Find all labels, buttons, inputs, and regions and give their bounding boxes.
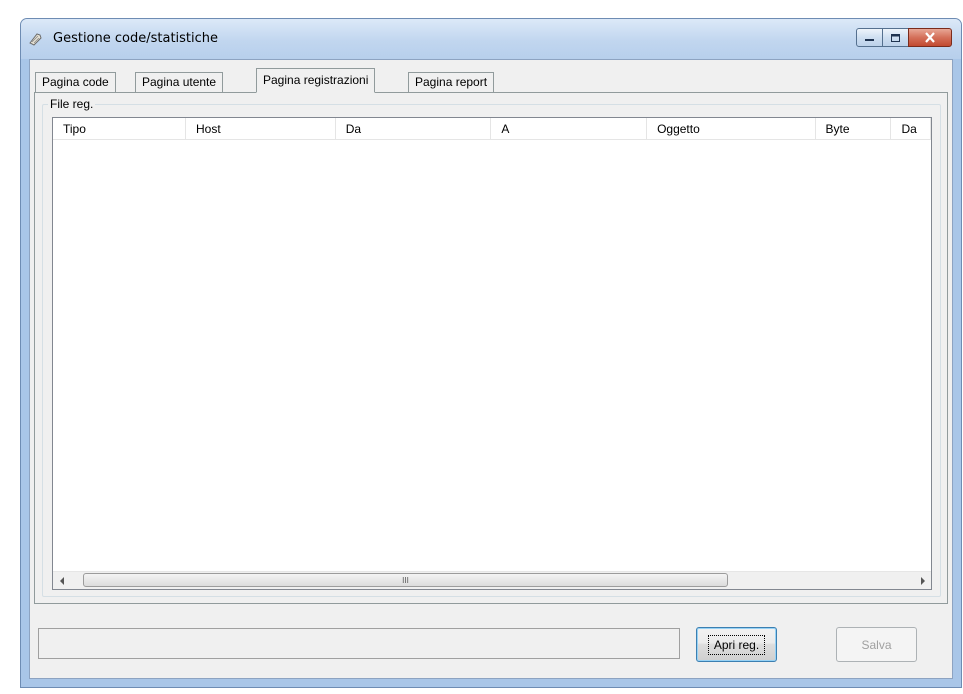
window-title: Gestione code/statistiche [53,31,219,46]
close-icon [925,32,935,43]
scroll-right-button[interactable] [914,572,931,589]
minimize-icon [865,38,874,41]
column-header-tipo[interactable]: Tipo [53,118,187,140]
column-header-oggetto[interactable]: Oggetto [647,118,816,140]
dialog-client-area: Pagina code Pagina utente Pagina registr… [29,59,953,679]
title-bar[interactable]: Gestione code/statistiche [21,19,961,59]
tab-pagina-code[interactable]: Pagina code [35,72,116,92]
column-header-byte[interactable]: Byte [815,118,892,140]
app-window: Gestione code/statistiche Pagina code Pa… [20,18,962,688]
tab-label: Pagina utente [142,75,217,89]
horizontal-scrollbar[interactable]: III [53,571,931,589]
grip-icon: III [402,575,409,585]
open-log-label: Apri reg. [707,634,766,655]
save-label: Salva [861,637,892,652]
open-log-button[interactable]: Apri reg. [696,627,777,662]
tab-label: Pagina registrazioni [263,73,369,87]
tab-panel-registrazioni: File reg. Tipo Host Da A Oggetto Byte Da [34,92,948,604]
minimize-button[interactable] [856,28,883,47]
column-header-host[interactable]: Host [186,118,336,140]
save-button[interactable]: Salva [836,627,917,662]
column-header-data[interactable]: Da [891,118,931,140]
column-header-da[interactable]: Da [335,118,492,140]
maximize-icon [891,33,900,42]
tab-label: Pagina code [42,75,109,89]
tab-label: Pagina report [415,75,488,89]
column-header-a[interactable]: A [491,118,648,140]
log-list-view[interactable]: Tipo Host Da A Oggetto Byte Da III [52,117,932,590]
scrollbar-thumb[interactable]: III [83,573,728,587]
maximize-button[interactable] [882,28,909,47]
file-reg-group: File reg. Tipo Host Da A Oggetto Byte Da [42,97,941,597]
app-icon [29,33,42,46]
group-label: File reg. [48,97,96,111]
arrow-right-icon [920,576,925,585]
tab-pagina-utente[interactable]: Pagina utente [135,72,224,92]
scroll-left-button[interactable] [53,572,70,589]
status-field [38,628,680,659]
tab-pagina-registrazioni[interactable]: Pagina registrazioni [256,68,376,93]
tab-pagina-report[interactable]: Pagina report [408,72,495,92]
list-header: Tipo Host Da A Oggetto Byte Da [53,118,931,140]
arrow-left-icon [59,576,64,585]
close-button[interactable] [908,28,952,47]
